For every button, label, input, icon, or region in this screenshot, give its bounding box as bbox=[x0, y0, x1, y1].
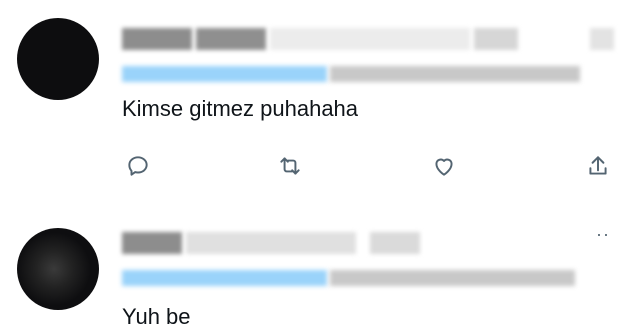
reply-card[interactable]: Kimse gitmez puhahaha bbox=[0, 0, 640, 200]
retweet-button[interactable] bbox=[274, 150, 306, 182]
reply-button[interactable] bbox=[122, 150, 154, 182]
share-button[interactable] bbox=[582, 150, 614, 182]
retweet-icon bbox=[280, 157, 300, 175]
reply-card[interactable]: ·· Yuh be bbox=[0, 200, 640, 329]
more-options-button[interactable]: ·· bbox=[596, 224, 610, 245]
reply-text: Kimse gitmez puhahaha bbox=[122, 96, 359, 121]
reply-actions bbox=[122, 150, 622, 182]
avatar[interactable] bbox=[17, 228, 99, 310]
reply-text: Yuh be bbox=[122, 304, 191, 329]
like-icon bbox=[435, 158, 453, 176]
like-button[interactable] bbox=[428, 150, 460, 182]
avatar[interactable] bbox=[17, 18, 99, 100]
reply-icon bbox=[128, 156, 148, 176]
share-icon bbox=[589, 156, 607, 175]
